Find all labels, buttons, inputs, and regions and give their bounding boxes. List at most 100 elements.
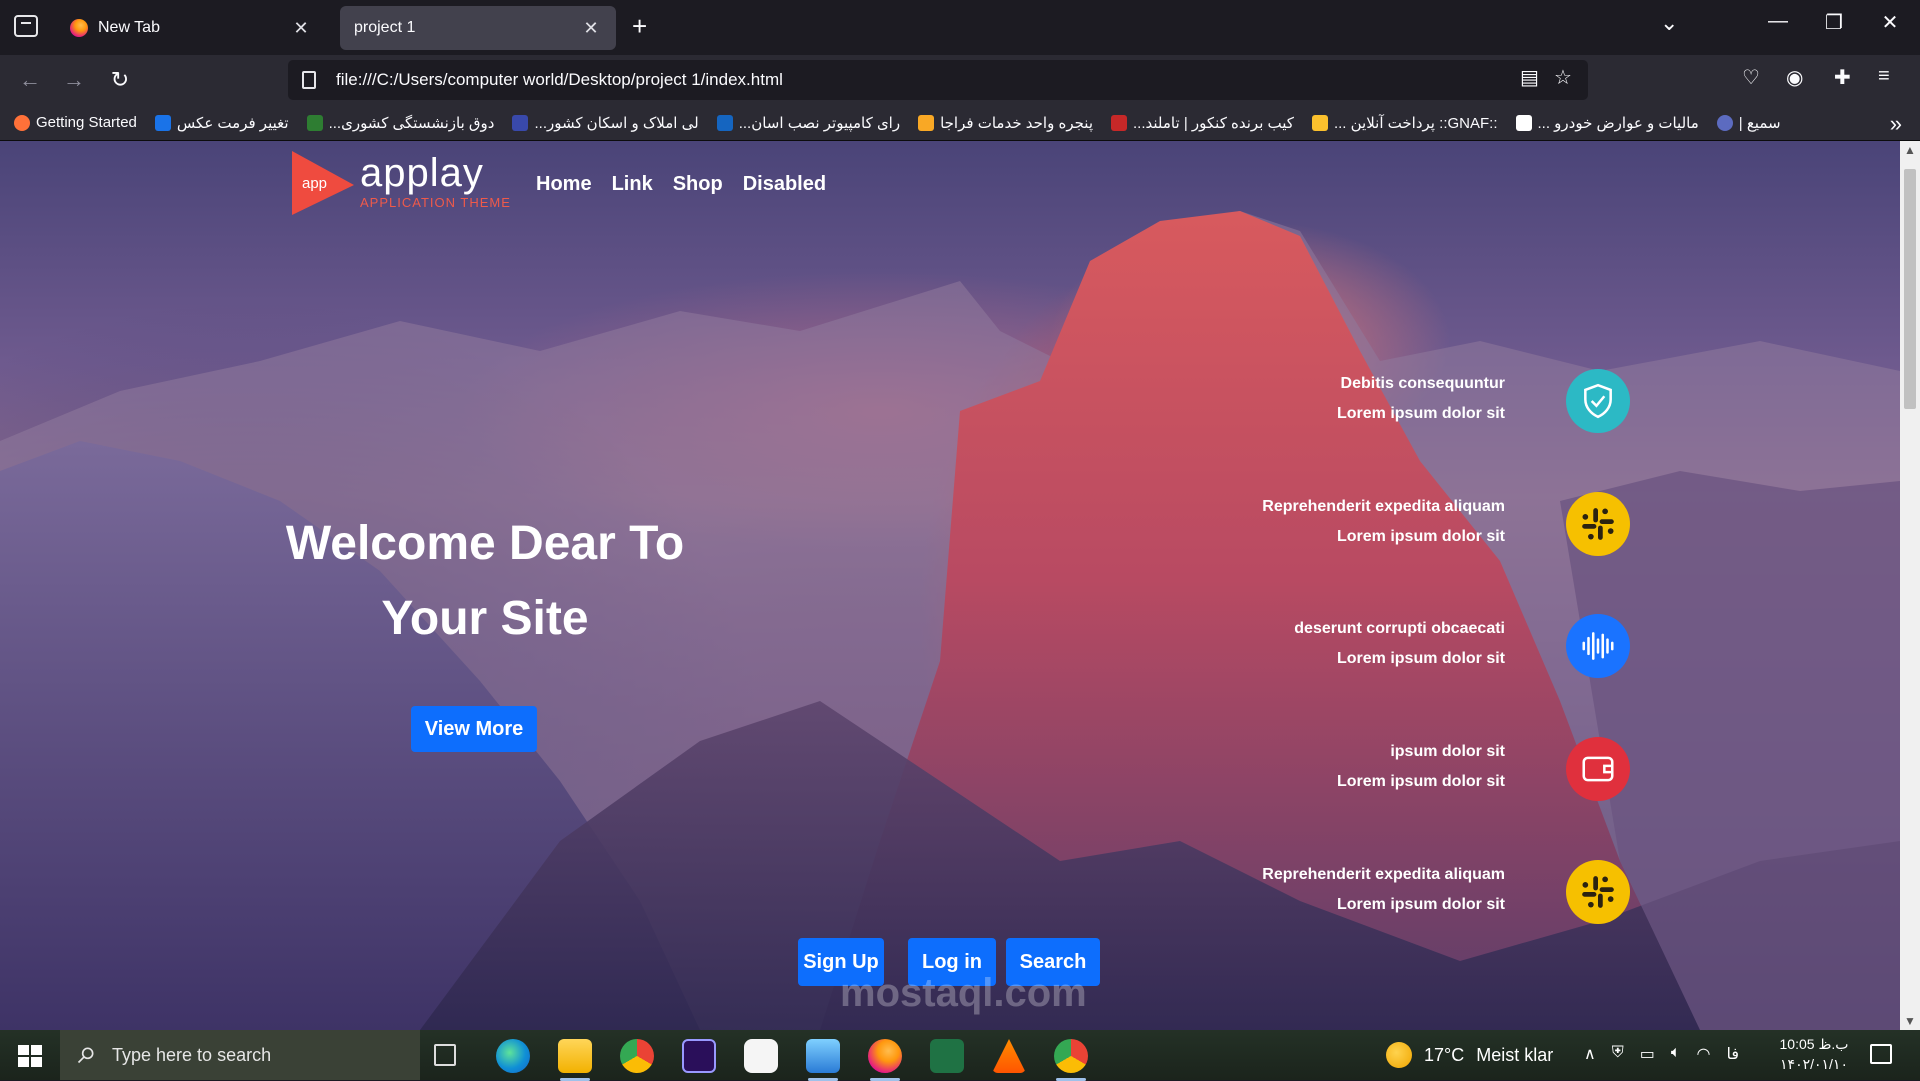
task-view-icon[interactable] (434, 1044, 456, 1066)
close-tab-icon[interactable]: ✕ (290, 18, 312, 39)
bookmark-item[interactable]: ...رای کامپیوتر نصب اسان (716, 114, 900, 132)
bookmark-favicon (306, 114, 323, 131)
weather-widget[interactable]: 17°C Meist klar (1386, 1042, 1553, 1068)
clock-time: 10:05 ب.ظ (1779, 1036, 1849, 1052)
weather-desc: Meist klar (1476, 1044, 1554, 1065)
feature-title: deserunt corrupti obcaecati (1294, 620, 1505, 637)
hero-title: Welcome Dear To Your Site (250, 506, 720, 656)
bookmark-favicon (14, 114, 30, 131)
system-tray: ∧ ⛨ ▭ 🔈︎ ◠ فا (1584, 1044, 1739, 1064)
bookmark-item[interactable]: ... مالیات و عوارض خودرو (1515, 114, 1699, 132)
minimize-icon[interactable]: — (1758, 10, 1798, 33)
app-icon[interactable] (744, 1039, 778, 1073)
feature-item: Debitis consequuntur Lorem ipsum dolor s… (1200, 365, 1630, 437)
site-logo[interactable]: app applay APPLICATION THEME (292, 151, 511, 215)
bookmark-star-icon[interactable]: ☆ (1554, 65, 1572, 90)
bookmark-item[interactable]: ...دوق بازنشستگی کشوری (306, 114, 495, 132)
taskbar-search[interactable]: Type here to search (60, 1030, 420, 1080)
scroll-thumb[interactable] (1904, 169, 1916, 409)
new-tab-icon[interactable]: + (632, 12, 647, 40)
premiere-icon[interactable] (682, 1039, 716, 1073)
reader-view-icon[interactable]: ▤ (1520, 65, 1539, 90)
hero-title-line: Your Site (381, 592, 589, 645)
bookmark-label: ...دوق بازنشستگی کشوری (328, 114, 495, 132)
view-more-button[interactable]: View More (411, 706, 537, 752)
chrome-icon[interactable] (620, 1039, 654, 1073)
battery-icon[interactable]: ▭ (1640, 1044, 1655, 1064)
list-all-tabs-icon[interactable] (14, 15, 38, 37)
windows-start-icon[interactable] (18, 1045, 42, 1067)
firefox-icon[interactable] (868, 1039, 902, 1081)
bookmark-item[interactable]: ...کیب برنده کنکور | تاملند (1111, 114, 1294, 132)
bookmarks-toolbar: Getting Started تغییر فرمت عکس ...دوق با… (0, 105, 1920, 141)
tab-project-1[interactable]: project 1 ✕ (340, 6, 616, 50)
feature-item: deserunt corrupti obcaecati Lorem ipsum … (1200, 610, 1630, 682)
wallet-icon (1566, 737, 1630, 801)
bookmark-item[interactable]: ...لی املاک و اسکان کشور (512, 114, 699, 132)
feature-subtitle: Lorem ipsum dolor sit (1336, 650, 1505, 667)
bookmark-favicon (918, 114, 935, 131)
window-close-icon[interactable]: ✕ (1870, 10, 1910, 35)
bookmark-item[interactable]: تغییر فرمت عکس (154, 114, 289, 132)
forward-icon[interactable]: → (58, 64, 90, 96)
menu-icon[interactable]: ≡ (1878, 65, 1890, 88)
security-icon[interactable]: ⛨ (1612, 1044, 1624, 1064)
language-indicator[interactable]: فا (1726, 1044, 1739, 1064)
bookmark-favicon (1716, 114, 1733, 131)
pocket-icon[interactable]: ♡ (1742, 65, 1760, 90)
bookmark-favicon (1515, 114, 1532, 131)
file-explorer-icon[interactable] (558, 1039, 592, 1081)
nav-link-home[interactable]: Home (536, 173, 592, 196)
bookmark-item[interactable]: Getting Started (14, 114, 137, 131)
chrome-icon[interactable] (1054, 1039, 1088, 1081)
weather-temp: 17°C (1424, 1044, 1465, 1065)
feature-item: Reprehenderit expedita aliquam Lorem ips… (1200, 488, 1630, 560)
nav-link-link[interactable]: Link (612, 173, 653, 196)
chevron-down-icon[interactable]: ⌄ (1660, 10, 1678, 36)
feature-title: Reprehenderit expedita aliquam (1262, 498, 1505, 515)
close-tab-icon[interactable]: ✕ (580, 18, 602, 39)
clock[interactable]: 10:05 ب.ظ ۱۴۰۲/۰۱/۱۰ (1774, 1034, 1854, 1074)
bookmark-item[interactable]: | سمیع (1716, 114, 1781, 132)
feature-title: Debitis consequuntur (1340, 375, 1505, 392)
bookmark-item[interactable]: پنجره واحد خدمات فراجا (918, 114, 1093, 132)
back-icon[interactable]: ← (14, 64, 46, 96)
volume-icon[interactable]: 🔈︎ (1671, 1044, 1681, 1064)
bookmark-label: ... مالیات و عوارض خودرو (1537, 114, 1699, 132)
feature-subtitle: Lorem ipsum dolor sit (1336, 528, 1505, 545)
account-icon[interactable]: ◉ (1786, 65, 1803, 90)
page-icon (302, 71, 316, 89)
bookmark-favicon (1311, 114, 1328, 131)
url-bar[interactable]: file:///C:/Users/computer world/Desktop/… (288, 60, 1588, 100)
more-bookmarks-icon[interactable]: » (1890, 111, 1902, 137)
scroll-up-icon[interactable]: ▲ (1903, 143, 1917, 157)
tab-strip: New Tab ✕ project 1 ✕ + ⌄ — ❐ ✕ (0, 0, 1920, 55)
remote-desktop-icon[interactable] (806, 1039, 840, 1081)
wifi-icon[interactable]: ◠ (1696, 1044, 1710, 1064)
weather-icon (1386, 1042, 1412, 1068)
clock-date: ۱۴۰۲/۰۱/۱۰ (1780, 1056, 1848, 1072)
scroll-down-icon[interactable]: ▼ (1903, 1014, 1917, 1028)
vlc-icon[interactable] (992, 1039, 1026, 1073)
bookmark-label: | سمیع (1738, 114, 1781, 132)
chevron-up-icon[interactable]: ∧ (1584, 1044, 1596, 1064)
restore-icon[interactable]: ❐ (1814, 10, 1854, 35)
bookmark-item[interactable]: ... پرداخت آنلاین ::GNAF:: (1311, 114, 1498, 132)
taskbar-search-placeholder: Type here to search (112, 1044, 272, 1065)
feature-subtitle: Lorem ipsum dolor sit (1336, 405, 1505, 422)
bookmark-favicon (716, 114, 733, 131)
nav-link-shop[interactable]: Shop (673, 173, 723, 196)
excel-icon[interactable] (930, 1039, 964, 1073)
bookmark-label: Getting Started (36, 114, 137, 131)
edge-icon[interactable] (496, 1039, 530, 1073)
bookmark-label: ...کیب برنده کنکور | تاملند (1133, 114, 1294, 132)
extensions-icon[interactable]: ✚ (1834, 65, 1851, 90)
notification-icon[interactable] (1870, 1044, 1892, 1064)
slack-icon (1566, 492, 1630, 556)
page-scrollbar[interactable]: ▲ ▼ (1900, 141, 1920, 1030)
navigation-toolbar: ← → ↻ file:///C:/Users/computer world/De… (0, 55, 1920, 105)
reload-icon[interactable]: ↻ (104, 64, 136, 96)
bookmark-label: تغییر فرمت عکس (176, 114, 289, 132)
tab-new-tab[interactable]: New Tab ✕ (56, 6, 326, 50)
logo-mark: app (292, 151, 354, 215)
